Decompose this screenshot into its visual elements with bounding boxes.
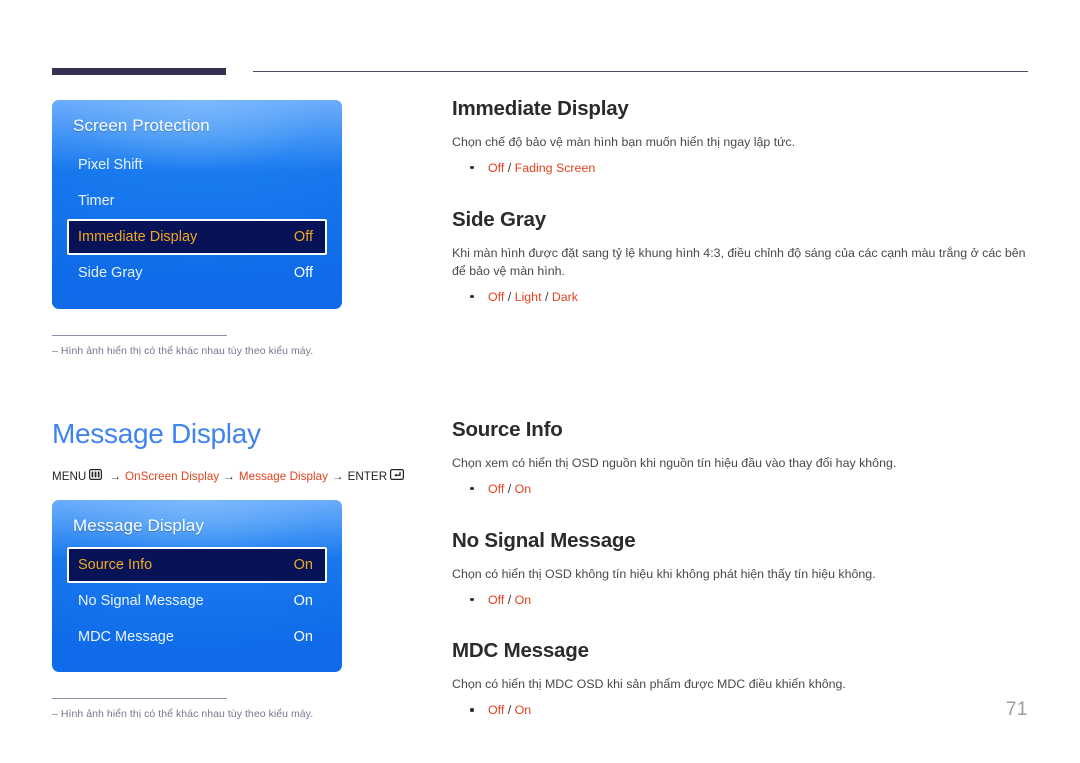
breadcrumb-arrow: →: [331, 469, 344, 483]
footnote-block-top: ‒ Hình ảnh hiển thị có thể khác nhau tùy …: [52, 334, 342, 357]
option-separator: /: [541, 289, 552, 304]
menu-label: MENU: [52, 469, 87, 483]
header-rule-thick: [52, 68, 226, 75]
section-title-immediate-display: Immediate Display: [452, 97, 629, 120]
osd-row-label: MDC Message: [78, 629, 174, 646]
osd-row-no-signal-message[interactable]: No Signal Message On: [67, 583, 327, 619]
list-item: Off / On: [470, 591, 1030, 610]
breadcrumb: MENU → OnScreen Display → Message Displa…: [52, 469, 412, 483]
option-value: Off: [488, 703, 505, 718]
option-list-source-info: Off / On: [452, 480, 1030, 499]
osd-row-label: Source Info: [78, 557, 153, 573]
footnote-dash: ‒: [52, 344, 58, 357]
breadcrumb-arrow: →: [223, 469, 235, 483]
footnote-rule: [52, 334, 227, 336]
section-body-immediate-display: Chọn chế độ bảo vệ màn hình bạn muốn hiể…: [452, 135, 796, 149]
option-value: Fading Screen: [514, 160, 596, 175]
option-value: Off: [488, 160, 505, 175]
osd-panel-title: Message Display: [73, 516, 204, 535]
section-body-source-info: Chọn xem có hiển thị OSD nguồn khi nguồn…: [452, 456, 897, 470]
osd-row-value: On: [293, 593, 313, 610]
enter-label: ENTER: [347, 469, 388, 483]
osd-row-label: Side Gray: [78, 265, 143, 282]
osd-panel-title: Screen Protection: [73, 116, 210, 135]
footnote-block-bottom: ‒ Hình ảnh hiển thị có thể khác nhau tùy …: [52, 698, 342, 720]
osd-row-pixel-shift[interactable]: Pixel Shift: [67, 147, 327, 183]
header-rule-thin: [253, 71, 1028, 72]
section-body-mdc-message: Chọn có hiển thị MDC OSD khi sản phẩm đư…: [452, 677, 846, 692]
option-list-side-gray: Off / Light / Dark: [452, 288, 1030, 307]
top-right-column: Immediate Display Chọn chế độ bảo vệ màn…: [452, 97, 1030, 336]
breadcrumb-arrow: →: [109, 469, 121, 483]
list-item: Off / Light / Dark: [470, 288, 1030, 307]
osd-row-mdc-message[interactable]: MDC Message On: [67, 619, 327, 655]
page-title: Message Display: [52, 418, 261, 449]
option-value: Off: [488, 592, 505, 607]
footnote-body: Hình ảnh hiển thị có thể khác nhau tùy t…: [60, 708, 314, 721]
osd-row-value: Off: [293, 229, 313, 246]
option-value: On: [514, 703, 532, 718]
osd-row-label: No Signal Message: [78, 593, 204, 610]
osd-row-label: Pixel Shift: [78, 157, 143, 173]
osd-row-label: Immediate Display: [78, 229, 198, 246]
option-separator: /: [504, 160, 515, 175]
option-separator: /: [504, 703, 515, 718]
option-value: Off: [488, 481, 505, 496]
osd-row-side-gray[interactable]: Side Gray Off: [67, 255, 327, 291]
list-item: Off / Fading Screen: [470, 159, 1030, 178]
option-value: On: [514, 592, 532, 607]
option-value: Light: [514, 289, 542, 304]
option-list-no-signal-message: Off / On: [452, 591, 1030, 610]
list-item: Off / On: [470, 480, 1030, 499]
option-separator: /: [504, 592, 515, 607]
osd-row-immediate-display[interactable]: Immediate Display Off: [67, 219, 327, 256]
option-separator: /: [504, 481, 515, 496]
section-title-side-gray: Side Gray: [452, 207, 546, 231]
osd-row-value: On: [293, 557, 313, 573]
osd-row-value: Off: [293, 265, 313, 282]
breadcrumb-step-onscreen-display: OnScreen Display: [125, 469, 220, 483]
osd-row-list: Source Info On No Signal Message On MDC …: [52, 547, 342, 672]
osd-row-value: On: [293, 629, 313, 646]
footnote-text: ‒ Hình ảnh hiển thị có thể khác nhau tùy …: [52, 345, 342, 357]
breadcrumb-step-message-display: Message Display: [238, 469, 328, 483]
section-body-side-gray: Khi màn hình được đặt sang tỷ lệ khung h…: [452, 245, 1026, 278]
footnote-body: Hình ảnh hiển thị có thể khác nhau tùy t…: [60, 344, 314, 357]
footnote-dash: ‒: [52, 708, 58, 721]
option-list-mdc-message: Off / On: [452, 701, 1030, 720]
top-left-column: Screen Protection Pixel Shift Timer Imme…: [52, 100, 412, 357]
bottom-right-column: Source Info Chọn xem có hiển thị OSD ngu…: [452, 418, 1030, 750]
section-title-source-info: Source Info: [452, 418, 563, 441]
enter-icon: [390, 469, 405, 483]
footnote-rule: [52, 698, 227, 700]
osd-row-source-info[interactable]: Source Info On: [67, 547, 327, 584]
section-body-no-signal-message: Chọn có hiển thị OSD không tín hiệu khi …: [452, 566, 876, 581]
section-title-no-signal-message: No Signal Message: [452, 528, 636, 552]
list-item: Off / On: [470, 701, 1030, 720]
osd-row-list: Pixel Shift Timer Immediate Display Off …: [52, 147, 342, 309]
osd-panel-screen-protection: Screen Protection Pixel Shift Timer Imme…: [52, 100, 342, 309]
option-value: On: [514, 481, 532, 496]
option-value: Dark: [551, 289, 579, 304]
bottom-left-column: Message Display MENU → OnScreen Display …: [52, 418, 412, 720]
section-title-mdc-message: MDC Message: [452, 639, 589, 663]
option-separator: /: [504, 289, 515, 304]
osd-row-timer[interactable]: Timer: [67, 183, 327, 219]
option-list-immediate-display: Off / Fading Screen: [452, 159, 1030, 178]
menu-icon: [89, 469, 103, 483]
option-value: Off: [488, 289, 505, 304]
page-number: 71: [1005, 699, 1028, 720]
footnote-text: ‒ Hình ảnh hiển thị có thể khác nhau tùy …: [52, 708, 342, 720]
osd-panel-message-display: Message Display Source Info On No Signal…: [52, 500, 342, 673]
osd-row-label: Timer: [78, 193, 115, 210]
